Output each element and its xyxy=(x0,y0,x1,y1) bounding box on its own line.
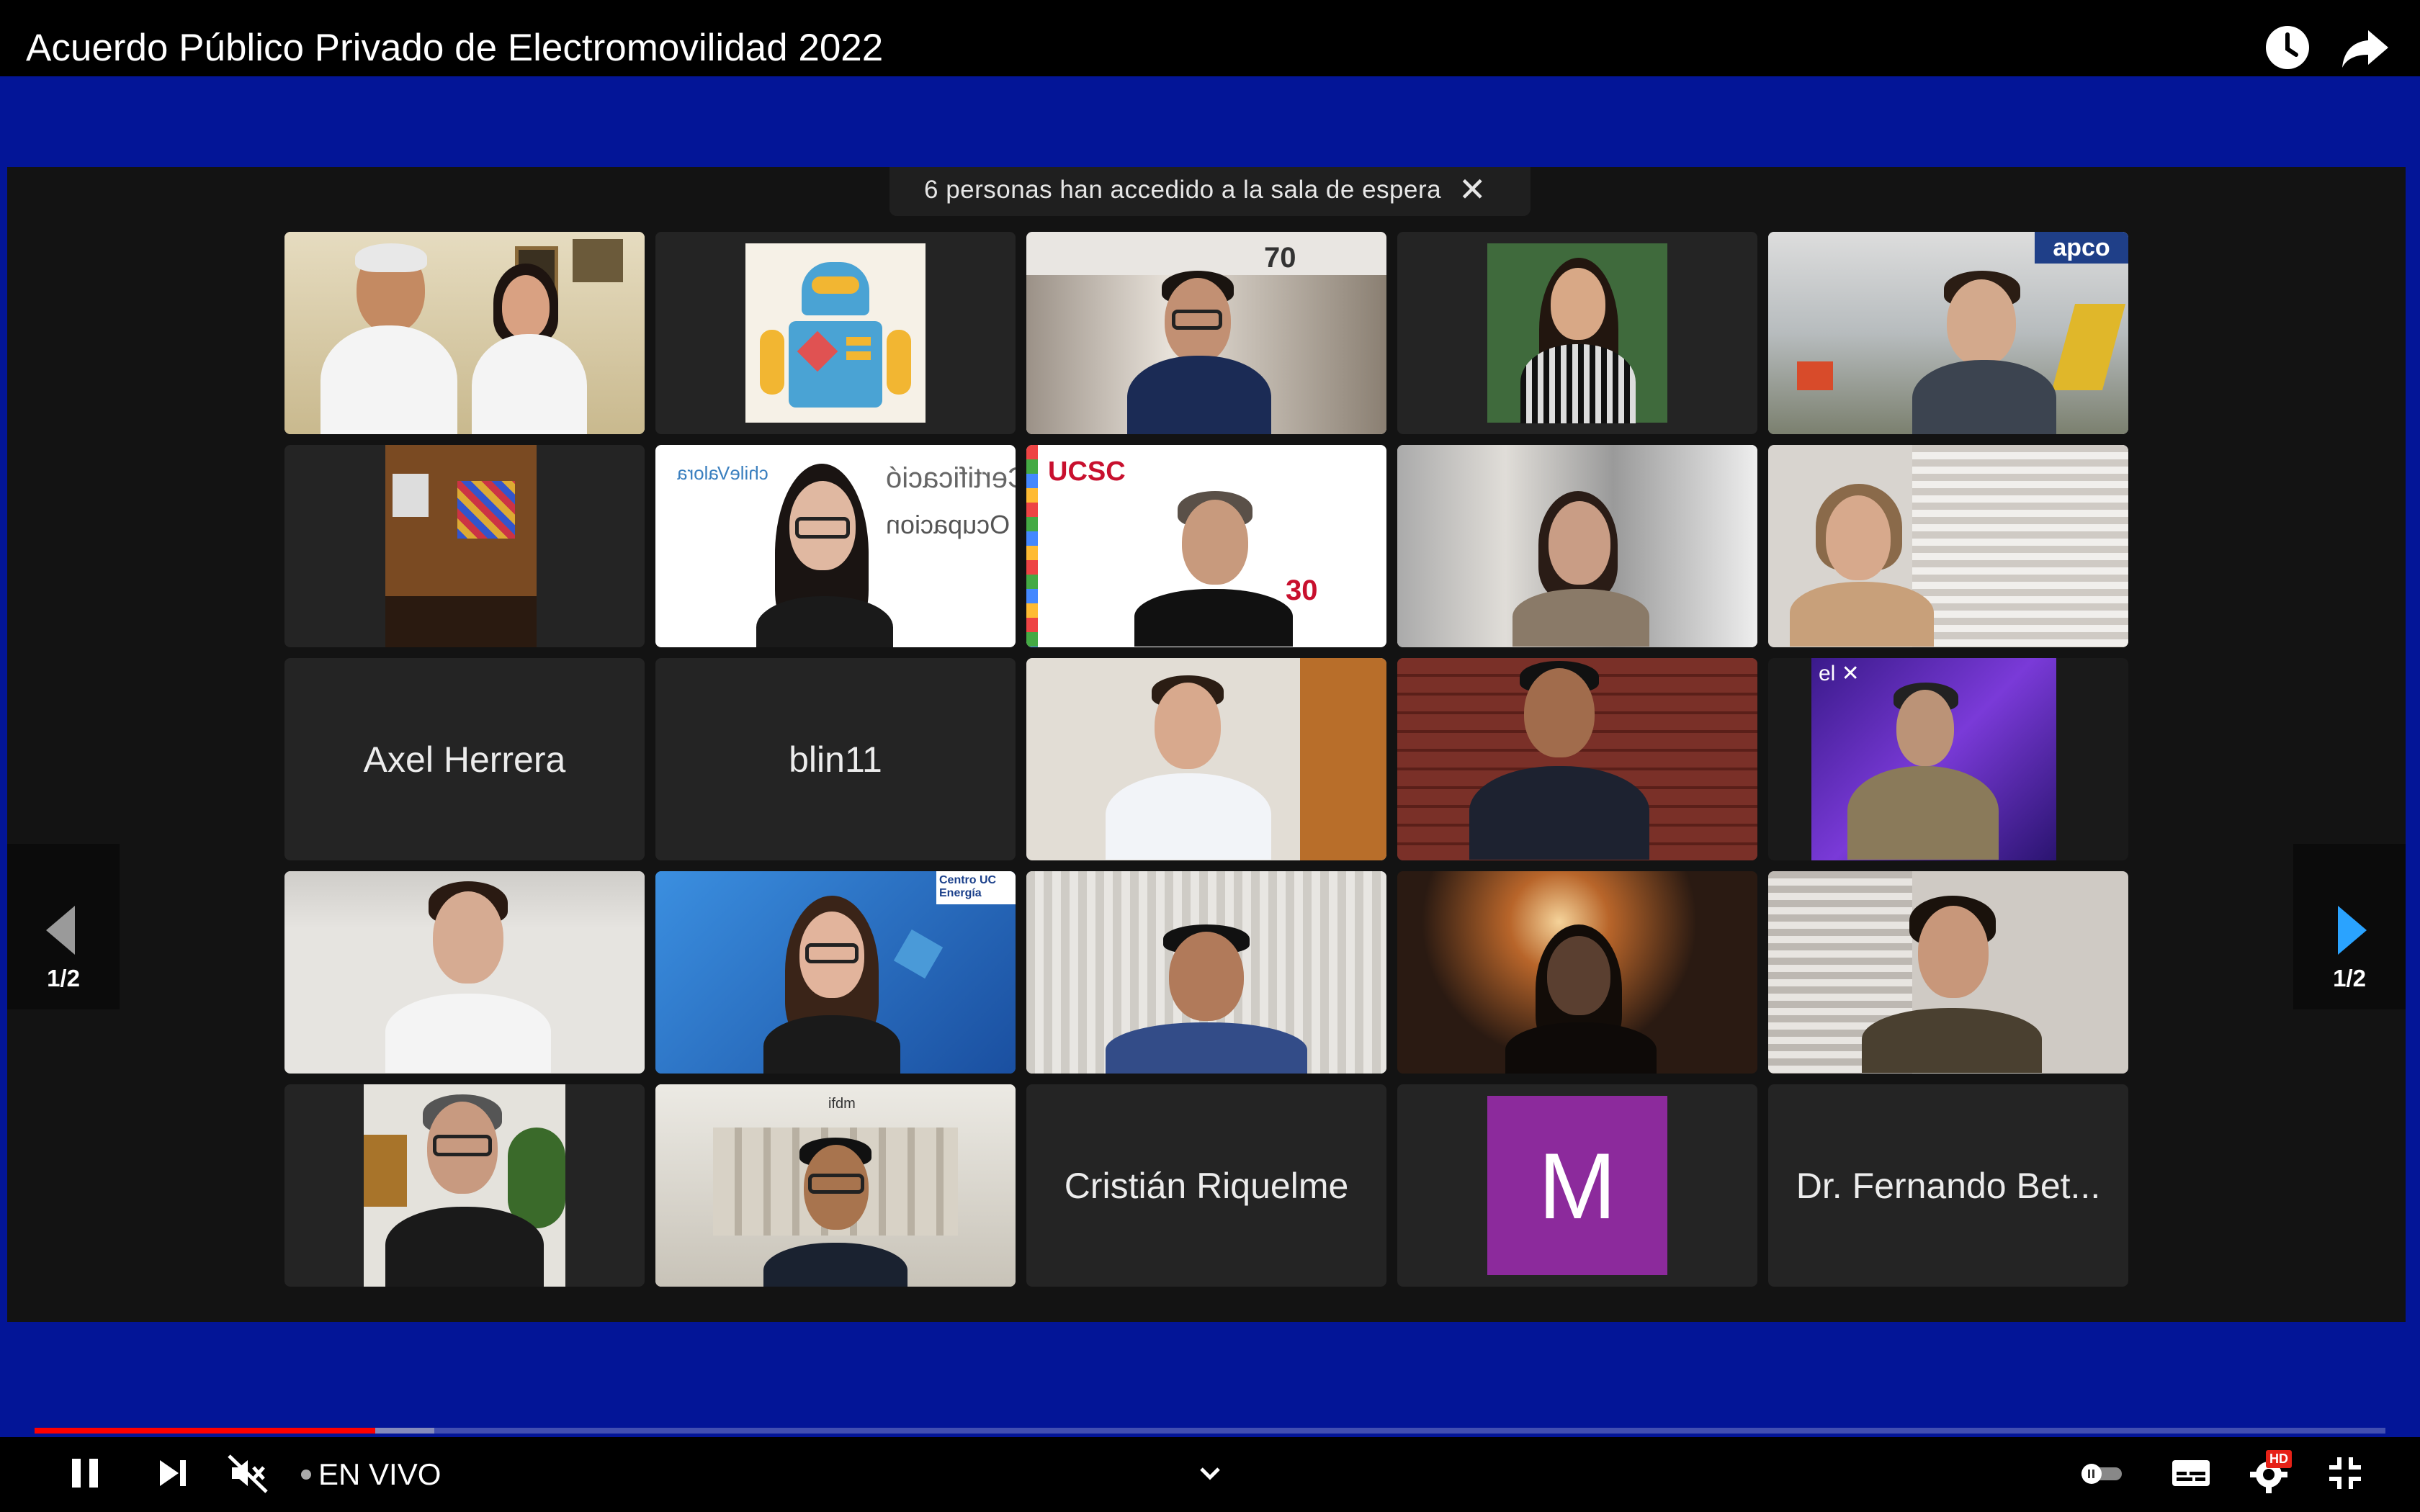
participant-tile[interactable]: UCSC 30 xyxy=(1026,445,1386,647)
participant-tile[interactable] xyxy=(284,1084,645,1287)
participant-video xyxy=(1487,243,1667,423)
participant-video xyxy=(364,1084,565,1287)
participant-tile[interactable]: chileValora Certificació Ocupacion xyxy=(655,445,1016,647)
ucsc-years: 30 xyxy=(1286,575,1318,606)
pause-button[interactable] xyxy=(59,1447,111,1499)
participant-tile[interactable] xyxy=(284,445,645,647)
participant-tile[interactable]: ifdm xyxy=(655,1084,1016,1287)
skip-next-icon xyxy=(160,1460,186,1486)
participant-tile[interactable] xyxy=(1397,445,1757,647)
progress-bar[interactable] xyxy=(35,1428,2385,1434)
page-indicator-left: 1/2 xyxy=(47,965,80,991)
participant-name: Cristián Riquelme xyxy=(1064,1165,1349,1206)
waiting-room-text: 6 personas han accedido a la sala de esp… xyxy=(924,176,1442,204)
participant-video xyxy=(385,445,537,647)
title-bar: Acuerdo Público Privado de Electromovili… xyxy=(0,0,2420,76)
next-page-button[interactable]: 1/2 xyxy=(2293,844,2406,1009)
participant-tile[interactable] xyxy=(655,232,1016,434)
participant-tile[interactable]: blin11 xyxy=(655,658,1016,860)
zoom-gallery: 6 personas han accedido a la sala de esp… xyxy=(7,167,2406,1322)
close-icon[interactable]: ✕ xyxy=(1458,170,1487,209)
apco-logo: apco xyxy=(2035,232,2128,264)
occupation-text: Ocupacion xyxy=(886,510,1010,539)
participant-tile[interactable] xyxy=(1768,445,2128,647)
certification-text: Certificació xyxy=(886,462,1016,494)
clock-icon[interactable] xyxy=(2259,19,2316,76)
exit-fullscreen-button[interactable] xyxy=(2319,1447,2371,1499)
pause-icon xyxy=(72,1459,98,1488)
waiting-room-banner: 6 personas han accedido a la sala de esp… xyxy=(889,167,1531,216)
participant-name: Dr. Fernando Bet... xyxy=(1796,1165,2101,1206)
arrow-left-icon xyxy=(46,906,75,955)
participant-tile[interactable] xyxy=(1026,871,1386,1074)
participant-tile[interactable] xyxy=(1768,871,2128,1074)
ucsc-logo: UCSC xyxy=(1048,456,1126,487)
participant-tile[interactable]: Axel Herrera xyxy=(284,658,645,860)
chevron-down-icon[interactable] xyxy=(1184,1447,1236,1499)
robot-avatar-image xyxy=(745,243,926,423)
live-label[interactable]: EN VIVO xyxy=(318,1457,441,1492)
ifm-logo: ifdm xyxy=(828,1096,856,1112)
participant-tile[interactable] xyxy=(1397,871,1757,1074)
participant-tile[interactable]: Cristián Riquelme xyxy=(1026,1084,1386,1287)
volume-muted-icon xyxy=(228,1454,268,1493)
autoplay-toggle-icon xyxy=(2081,1464,2122,1484)
participant-tile[interactable]: M xyxy=(1397,1084,1757,1287)
participant-tile[interactable] xyxy=(1397,658,1757,860)
avatar: M xyxy=(1487,1096,1667,1275)
subtitles-icon xyxy=(2172,1460,2210,1486)
next-button[interactable] xyxy=(147,1447,199,1499)
live-indicator-dot xyxy=(301,1470,311,1480)
participant-tile[interactable]: Dr. Fernando Bet... xyxy=(1768,1084,2128,1287)
subtitles-button[interactable] xyxy=(2165,1447,2217,1499)
player-controls: EN VIVO HD xyxy=(0,1437,2420,1512)
participant-tile[interactable] xyxy=(1397,232,1757,434)
participant-name: Axel Herrera xyxy=(363,739,566,780)
participant-name: blin11 xyxy=(789,739,882,780)
participant-tile[interactable]: 70 xyxy=(1026,232,1386,434)
exit-fullscreen-icon xyxy=(2329,1457,2361,1489)
share-arrow-icon[interactable] xyxy=(2336,19,2394,76)
mute-button[interactable] xyxy=(222,1447,274,1499)
participant-tile[interactable] xyxy=(284,871,645,1074)
progress-played xyxy=(35,1428,376,1434)
participant-tile[interactable] xyxy=(284,232,645,434)
previous-page-button[interactable]: 1/2 xyxy=(7,844,120,1009)
hd-badge: HD xyxy=(2266,1450,2292,1468)
avatar-initial: M xyxy=(1538,1133,1617,1238)
participant-tile[interactable]: apco xyxy=(1768,232,2128,434)
chilevalora-logo: chileValora xyxy=(677,462,768,484)
centro-uc-logo: Centro UC Energía xyxy=(936,871,1016,904)
autoplay-toggle[interactable] xyxy=(2076,1447,2128,1499)
participant-tile[interactable]: Centro UC Energía xyxy=(655,871,1016,1074)
arrow-right-icon xyxy=(2338,906,2367,955)
participant-tile[interactable]: el ✕ xyxy=(1768,658,2128,860)
logo-70: 70 xyxy=(1264,242,1296,274)
participant-tile[interactable] xyxy=(1026,658,1386,860)
video-title: Acuerdo Público Privado de Electromovili… xyxy=(26,27,884,69)
participant-grid: 70 apco chileValora Certificació Ocupaci… xyxy=(284,232,2138,1310)
page-indicator-right: 1/2 xyxy=(2333,965,2366,991)
